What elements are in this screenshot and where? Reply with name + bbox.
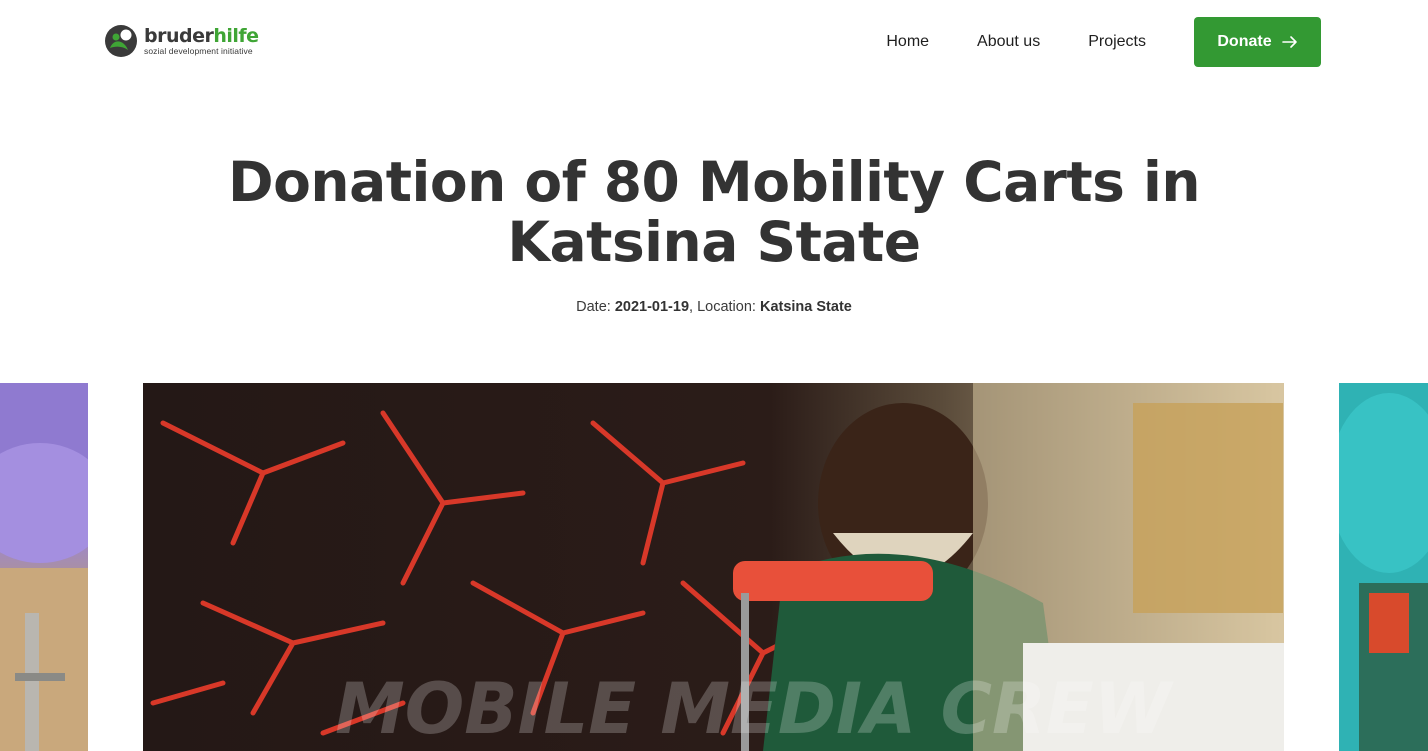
logo-icon: [105, 25, 137, 57]
brand-name: bruderhilfe: [144, 25, 259, 47]
donate-button[interactable]: Donate: [1194, 17, 1321, 67]
prev-photo: [0, 383, 88, 751]
watermark-text: MOBILE MEDIA CREW: [335, 668, 1175, 750]
donate-label: Donate: [1217, 33, 1272, 50]
main-photo: MOBILE MEDIA CREW: [143, 383, 1284, 751]
date-label: Date:: [576, 299, 611, 315]
nav-projects-link[interactable]: Projects: [1088, 17, 1146, 67]
nav-home-link[interactable]: Home: [886, 17, 929, 67]
arrow-right-icon: [1281, 36, 1297, 48]
next-photo: [1339, 383, 1428, 751]
location-value: Katsina State: [759, 299, 852, 315]
page-title: Donation of 80 Mobility Carts in Katsina…: [227, 150, 1201, 274]
site-header: bruderhilfe sozial development initiativ…: [0, 0, 1428, 84]
nav-about-link[interactable]: About us: [977, 17, 1040, 67]
logo[interactable]: bruderhilfe sozial development initiativ…: [104, 24, 259, 58]
location-label: Location:: [697, 299, 756, 315]
date-value: 2021-01-19: [614, 299, 690, 315]
brand-tagline: sozial development initiative: [144, 46, 253, 56]
carousel-prev-image[interactable]: [0, 383, 88, 751]
article-meta: Date: 2021-01-19, Location: Katsina Stat…: [576, 299, 852, 315]
carousel-next-image[interactable]: [1339, 383, 1428, 751]
main-nav: Home About us Projects Donate: [886, 17, 1321, 67]
carousel-main-image[interactable]: MOBILE MEDIA CREW: [143, 383, 1284, 751]
logo-text: bruderhilfe sozial development initiativ…: [144, 26, 259, 56]
